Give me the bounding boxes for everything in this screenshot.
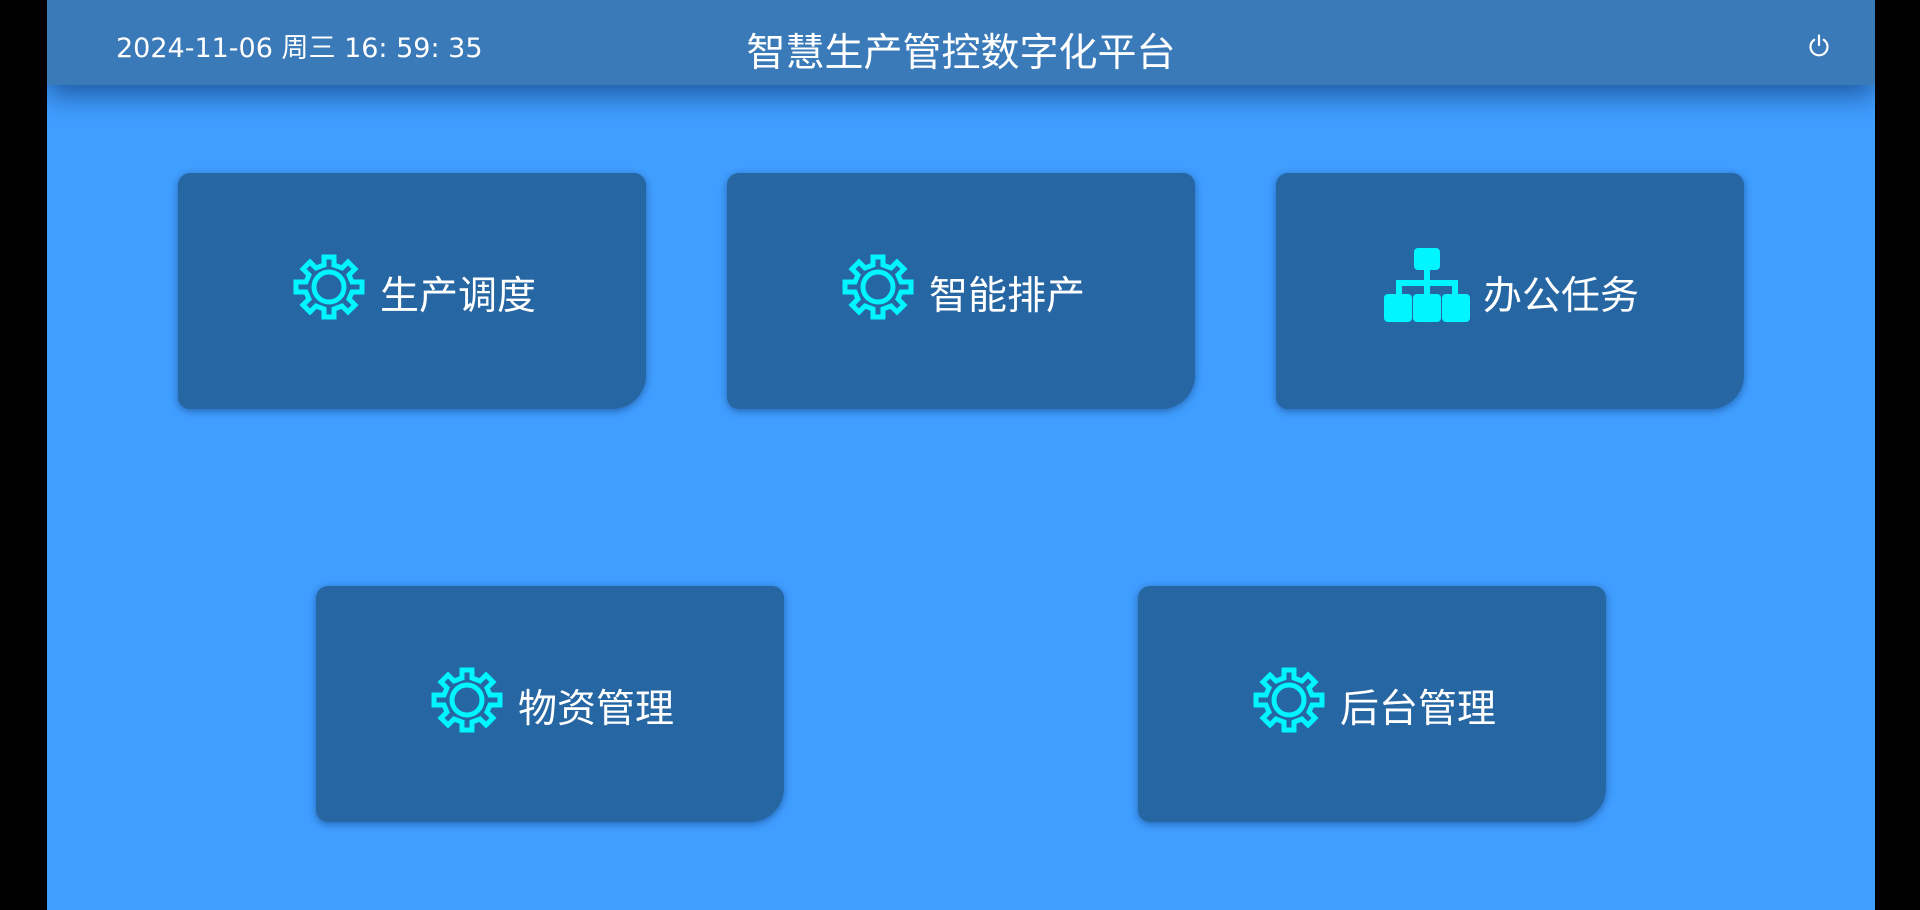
gear-icon bbox=[842, 254, 914, 320]
tile-label: 生产调度 bbox=[379, 274, 536, 319]
gear-icon bbox=[1253, 667, 1325, 733]
app-screen: 2024-11-06 周三 16: 59: 35 智慧生产管控数字化平台 生产调… bbox=[47, 0, 1875, 910]
tile-label: 后台管理 bbox=[1339, 687, 1496, 732]
gear-icon bbox=[293, 254, 365, 320]
page-title: 智慧生产管控数字化平台 bbox=[746, 31, 1176, 76]
power-button[interactable] bbox=[1807, 33, 1831, 59]
tile-office-tasks[interactable]: 办公任务 bbox=[1276, 173, 1744, 409]
tile-smart-scheduling[interactable]: 智能排产 bbox=[727, 173, 1195, 409]
tile-production-scheduling[interactable]: 生产调度 bbox=[178, 173, 646, 409]
power-icon bbox=[1809, 34, 1829, 57]
org-chart-icon bbox=[1383, 248, 1470, 322]
tile-materials-management[interactable]: 物资管理 bbox=[316, 586, 784, 822]
gear-icon bbox=[431, 667, 503, 733]
tile-label: 智能排产 bbox=[928, 274, 1085, 319]
tile-label: 办公任务 bbox=[1482, 274, 1639, 319]
tile-backend-management[interactable]: 后台管理 bbox=[1138, 586, 1606, 822]
tile-label: 物资管理 bbox=[517, 687, 674, 732]
top-header-bar: 2024-11-06 周三 16: 59: 35 智慧生产管控数字化平台 bbox=[47, 0, 1875, 85]
